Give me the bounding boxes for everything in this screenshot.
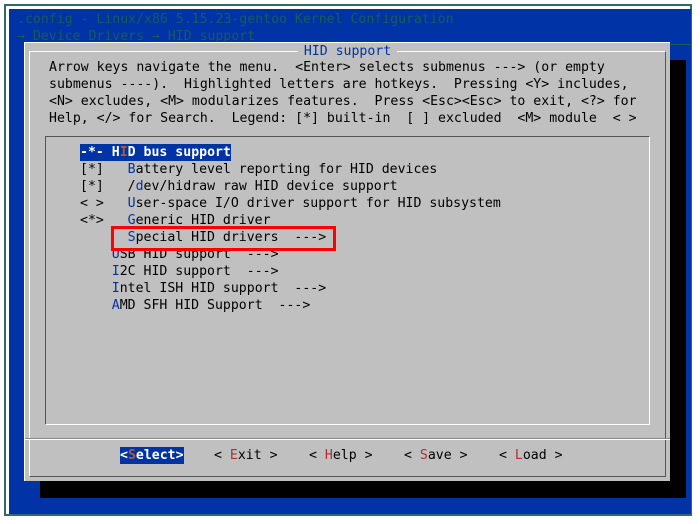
menu-item-hotkey: d <box>135 179 144 194</box>
button-hotkey: S <box>127 448 136 463</box>
menu-item-label: ev/hidraw raw HID device support <box>143 179 398 194</box>
help-line: Help, </> for Search. Legend: [*] built-… <box>49 111 637 126</box>
button-bracket: < <box>499 448 515 463</box>
menu-item[interactable]: -*- HID bus support <box>80 144 231 161</box>
menu-item-state <box>80 264 112 279</box>
button-label: oad <box>522 448 547 463</box>
menu-item-state: < > <box>80 196 128 211</box>
load-button[interactable]: < Load > <box>499 447 563 464</box>
menu-item-state <box>80 281 112 296</box>
menu-item-hotkey: A <box>111 298 120 313</box>
menu-item-hotkey: B <box>127 162 136 177</box>
menu-item-label: D bus support <box>127 145 231 160</box>
button-hotkey: L <box>514 448 523 463</box>
button-bracket: > <box>175 448 184 463</box>
button-bracket: < <box>120 448 128 463</box>
button-bracket: > <box>451 448 468 463</box>
button-hotkey: S <box>419 448 428 463</box>
button-divider <box>25 438 670 440</box>
hid-support-dialog: HID support Arrow keys navigate the menu… <box>24 42 670 481</box>
menu-item-state <box>80 298 112 313</box>
menu-item[interactable]: Intel ISH HID support ---> <box>80 280 326 297</box>
menu-item[interactable]: AMD SFH HID Support ---> <box>80 297 311 314</box>
button-label: elp <box>332 448 357 463</box>
menu-item[interactable]: [*] /dev/hidraw raw HID device support <box>80 178 398 195</box>
button-bracket: < <box>309 448 325 463</box>
menu-item-label: ntel ISH HID support ---> <box>119 281 327 296</box>
button-hotkey: E <box>229 448 238 463</box>
button-bracket: > <box>356 448 373 463</box>
button-hotkey: H <box>324 448 333 463</box>
menu-item[interactable]: [*] Battery level reporting for HID devi… <box>80 161 437 178</box>
button-bracket: < <box>404 448 420 463</box>
exit-button[interactable]: < Exit > <box>214 447 278 464</box>
menu-item-label: MD SFH HID Support ---> <box>119 298 311 313</box>
help-line: <N> excludes, <M> modularizes features. … <box>49 94 637 109</box>
dialog-title: HID support <box>297 44 398 59</box>
menu-item-state <box>80 247 112 262</box>
button-label: ave <box>427 448 452 463</box>
button-label: elect <box>135 448 176 463</box>
menu-item[interactable]: I2C HID support ---> <box>80 263 279 280</box>
select-button[interactable]: <Select> <box>120 447 184 464</box>
menu-item-state: -*- <box>80 145 112 160</box>
menu-item-hotkey: U <box>127 196 136 211</box>
button-bracket: > <box>546 448 563 463</box>
button-bracket: < <box>214 448 230 463</box>
menu-item-label: H <box>111 145 120 160</box>
help-button[interactable]: < Help > <box>309 447 373 464</box>
help-line: submenus ----). Highlighted letters are … <box>49 77 629 92</box>
menu-item-label: / <box>127 179 136 194</box>
button-label: xit <box>237 448 262 463</box>
menu-item-hotkey: I <box>111 281 120 296</box>
menu-item-state: [*] <box>80 179 128 194</box>
menu-item-label: 2C HID support ---> <box>119 264 279 279</box>
menu-item-label: ser-space I/O driver support for HID sub… <box>135 196 501 211</box>
window-title: .config - Linux/x86 5.15.23-gentoo Kerne… <box>17 12 454 27</box>
button-bracket: > <box>261 448 278 463</box>
save-button[interactable]: < Save > <box>404 447 468 464</box>
menu-item[interactable]: < > User-space I/O driver support for HI… <box>80 195 501 212</box>
menu-item-label: attery level reporting for HID devices <box>135 162 438 177</box>
help-line: Arrow keys navigate the menu. <Enter> se… <box>49 60 605 75</box>
menu-item-state: [*] <box>80 162 128 177</box>
menu-item-hotkey: I <box>119 145 128 160</box>
menu-item-hotkey: I <box>111 264 120 279</box>
annotation-highlight-box <box>111 226 336 251</box>
